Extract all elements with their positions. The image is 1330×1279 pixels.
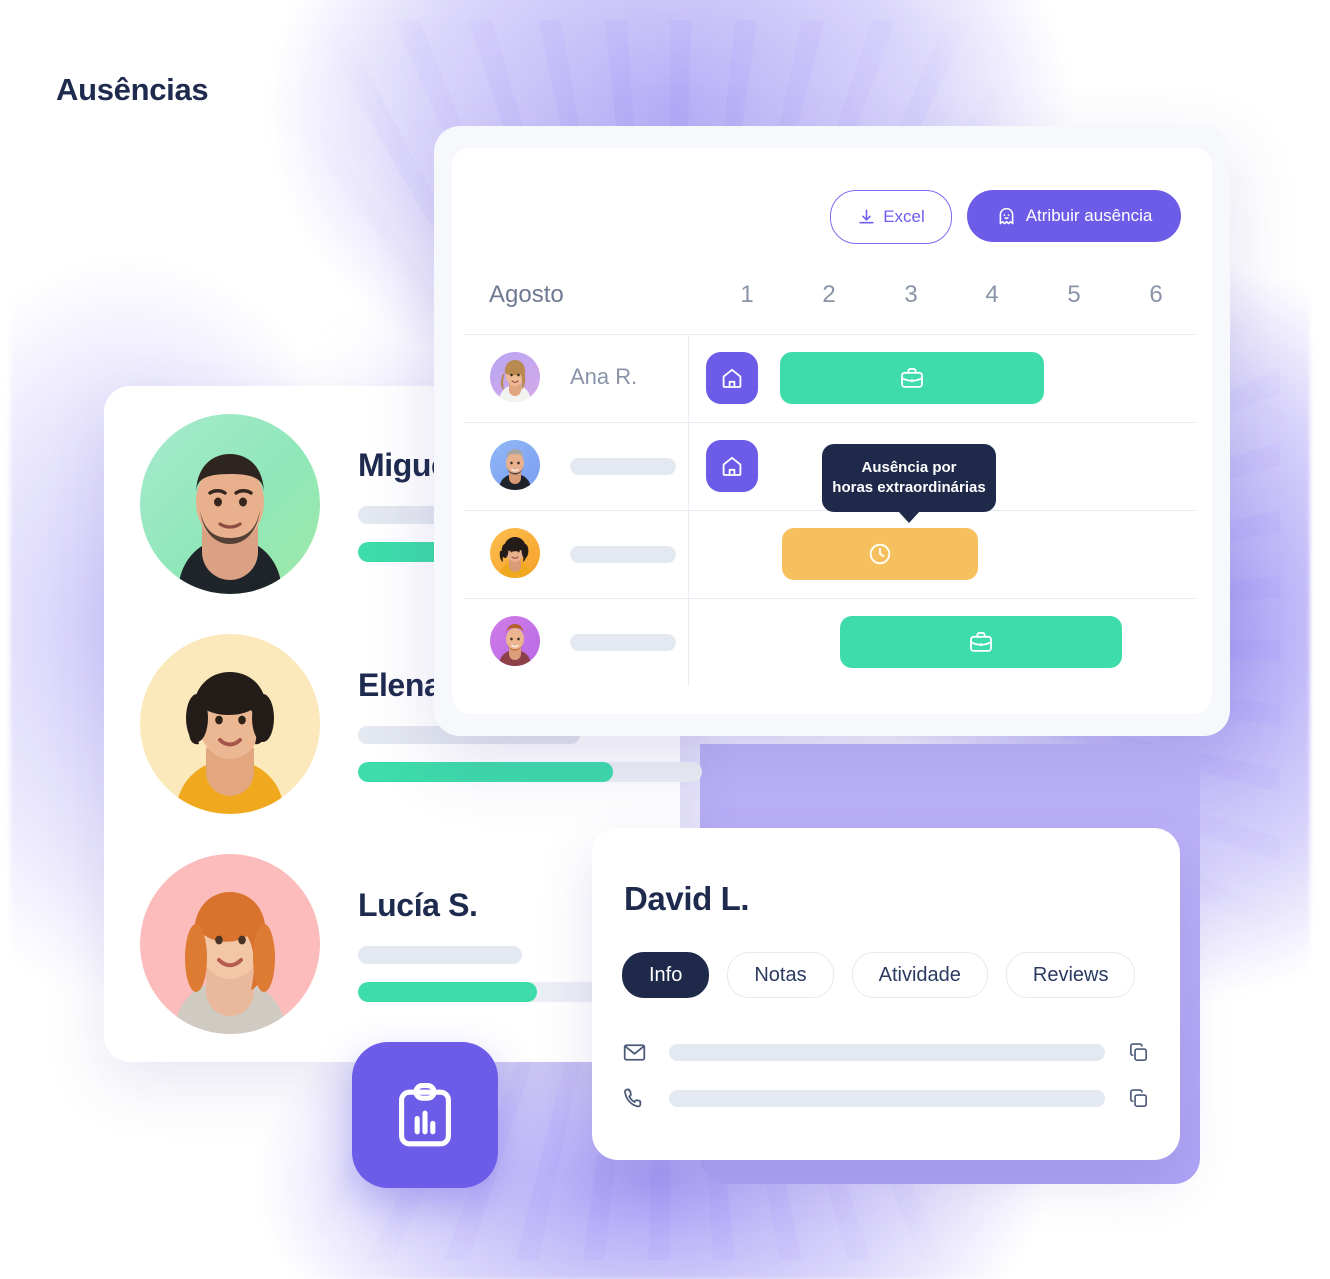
avatar: [140, 634, 320, 814]
download-icon: [857, 208, 876, 227]
redacted-text-bar: [358, 945, 522, 964]
detail-employee-name: David L.: [624, 880, 750, 917]
badge-home[interactable]: [706, 352, 758, 404]
badge-overtime[interactable]: [782, 528, 978, 580]
table-row[interactable]: [464, 598, 1196, 686]
field-email: [622, 1040, 1150, 1065]
tab-reviews[interactable]: Reviews: [1005, 952, 1136, 998]
avatar: [140, 854, 320, 1034]
redacted-name-bar: [570, 458, 676, 475]
home-icon: [720, 366, 744, 390]
tooltip-line-2: horas extraordinárias: [832, 479, 986, 496]
progress-track: [358, 761, 702, 782]
tooltip-line-1: Ausência por: [861, 458, 957, 476]
copy-icon[interactable]: [1127, 1041, 1150, 1064]
screenshot-root: Miguel Elena Lucía S. Ausências Excel At…: [0, 0, 1330, 1279]
progress-fill: [358, 761, 613, 782]
tab-bar: Info Notas Atividade Reviews: [622, 952, 1136, 998]
redacted-name-bar: [570, 546, 676, 563]
export-excel-button[interactable]: Excel: [830, 190, 952, 244]
ghost-icon: [996, 206, 1017, 227]
avatar: [490, 528, 540, 578]
redacted-phone-value: [669, 1090, 1105, 1107]
mail-icon: [622, 1040, 647, 1065]
row-employee-name: Ana R.: [570, 364, 638, 389]
assign-absence-label: Atribuir ausência: [1025, 206, 1153, 225]
avatar: [490, 616, 540, 666]
export-excel-label: Excel: [883, 207, 925, 226]
redacted-name-bar: [570, 634, 676, 651]
reports-clipboard-button[interactable]: [352, 1042, 498, 1188]
page-title: Ausências: [56, 72, 209, 107]
assign-absence-button[interactable]: Atribuir ausência: [967, 190, 1181, 242]
home-icon: [720, 454, 744, 478]
avatar: [490, 440, 540, 490]
briefcase-icon: [899, 365, 925, 391]
table-row[interactable]: [464, 510, 1196, 598]
clipboard-chart-icon: [389, 1079, 461, 1151]
copy-icon[interactable]: [1127, 1087, 1150, 1110]
avatar: [140, 414, 320, 594]
tooltip-overtime-absence: Ausência por horas extraordinárias: [822, 444, 996, 512]
employee-detail-card: David L. Info Notas Atividade Reviews: [592, 828, 1180, 1160]
phone-icon: [622, 1086, 647, 1111]
redacted-email-value: [669, 1044, 1105, 1061]
briefcase-icon: [968, 629, 994, 655]
tab-atividade[interactable]: Atividade: [851, 952, 988, 998]
clock-icon: [867, 541, 893, 567]
badge-work[interactable]: [780, 352, 1044, 404]
tab-info[interactable]: Info: [622, 952, 710, 998]
avatar: [490, 352, 540, 402]
field-phone: [622, 1086, 1150, 1111]
badge-work[interactable]: [840, 616, 1122, 668]
tab-notas[interactable]: Notas: [727, 952, 834, 998]
table-row[interactable]: Ana R.: [464, 334, 1196, 422]
progress-fill: [358, 981, 537, 1002]
badge-home[interactable]: [706, 440, 758, 492]
